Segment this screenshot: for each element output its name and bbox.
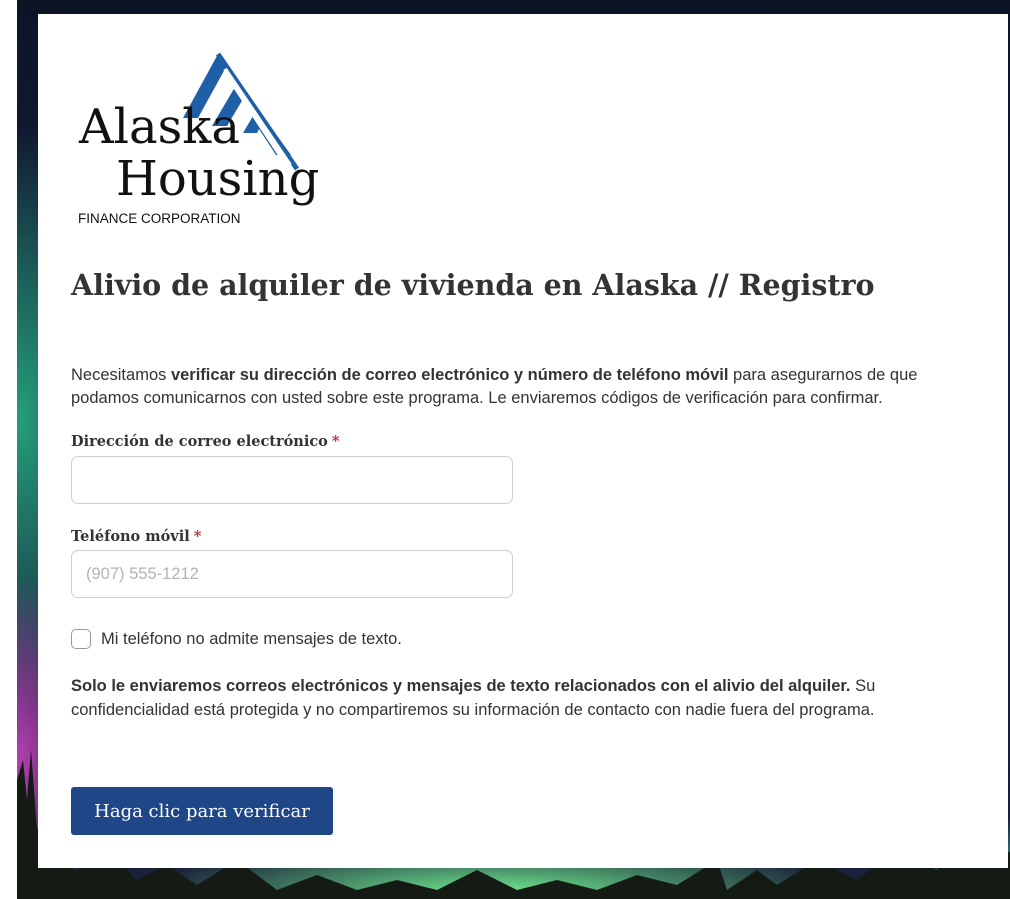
intro-lead: Necesitamos [71,366,171,384]
registration-card: Alaska Housing FINANCE CORPORATION Alivi… [38,14,1008,868]
privacy-notice: Solo le enviaremos correos electrónicos … [71,674,971,722]
email-label: Dirección de correo electrónico * [71,433,339,450]
no-sms-label[interactable]: Mi teléfono no admite mensajes de texto. [101,630,402,649]
phone-required-mark: * [193,528,202,545]
email-label-text: Dirección de correo electrónico [71,433,328,450]
phone-input[interactable] [71,550,513,598]
logo-line2: Housing [116,151,319,207]
email-required-mark: * [331,433,340,450]
email-input[interactable] [71,456,513,504]
logo-line1: Alaska [78,99,240,155]
intro-text: Necesitamos verificar su dirección de co… [71,364,971,410]
no-sms-checkbox[interactable] [71,629,91,649]
verify-button[interactable]: Haga clic para verificar [71,787,333,835]
no-sms-option[interactable]: Mi teléfono no admite mensajes de texto. [71,628,402,650]
phone-label-text: Teléfono móvil [71,528,190,545]
page-title: Alivio de alquiler de vivienda en Alaska… [71,268,875,302]
intro-bold: verificar su dirección de correo electró… [170,366,729,384]
logo-tagline: FINANCE CORPORATION [78,211,241,226]
phone-label: Teléfono móvil * [71,528,201,545]
privacy-notice-bold: Solo le enviaremos correos electrónicos … [71,677,851,695]
alaska-housing-logo: Alaska Housing FINANCE CORPORATION [78,52,319,226]
